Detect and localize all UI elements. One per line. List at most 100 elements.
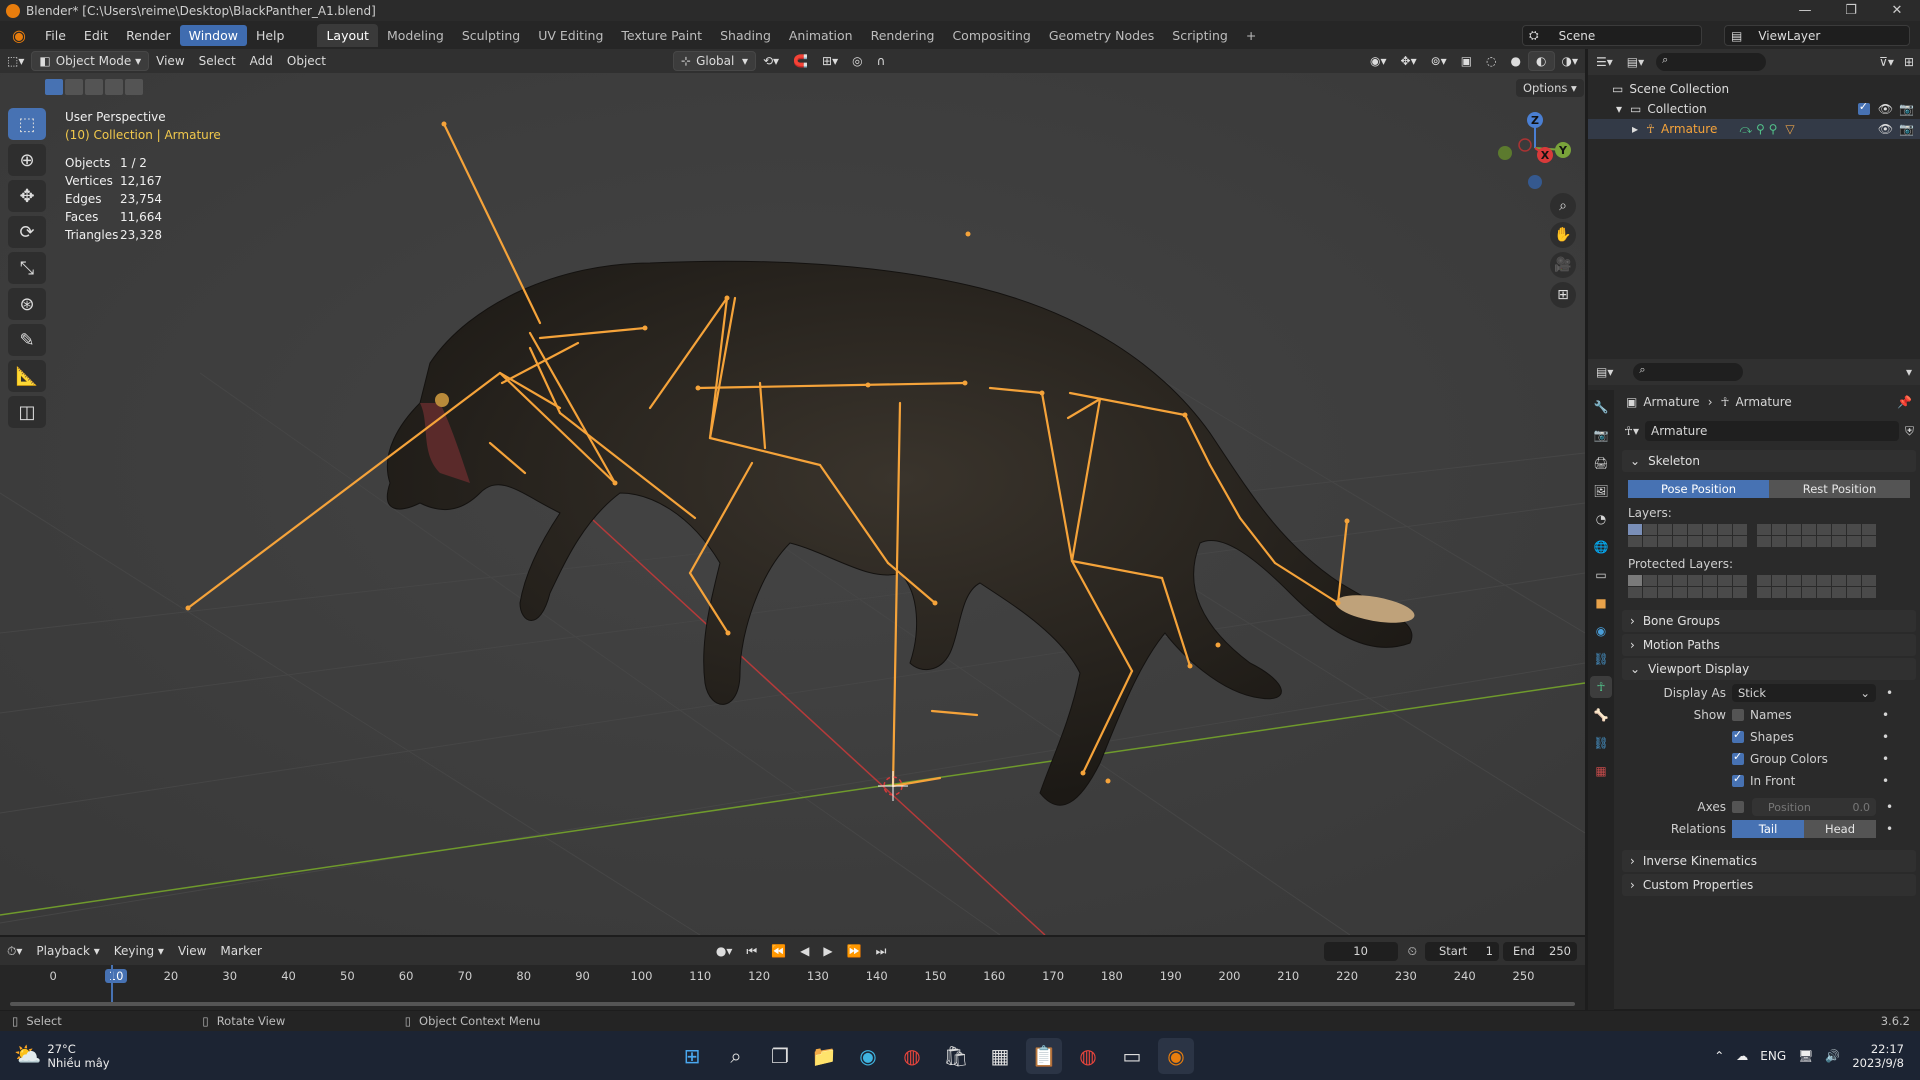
menu-object[interactable]: Object — [280, 51, 333, 71]
jump-keyframe-back-icon[interactable]: ⏪ — [764, 941, 793, 961]
menu-view[interactable]: View — [149, 51, 191, 71]
play-reverse-icon[interactable]: ◀ — [793, 941, 816, 961]
texture-tab-icon[interactable]: ▦ — [1590, 760, 1612, 782]
rest-position-button[interactable]: Rest Position — [1769, 480, 1910, 498]
protected-grid-left[interactable] — [1628, 575, 1747, 598]
axes-checkbox[interactable] — [1732, 801, 1744, 813]
camera-view-icon[interactable]: 🎥 — [1550, 252, 1576, 278]
shading-material-icon[interactable]: ◐ — [1528, 51, 1555, 71]
collection-row[interactable]: ▾ ▭ Collection 👁 📷 — [1588, 99, 1920, 119]
constraints-tab-icon[interactable]: ⛓ — [1590, 648, 1612, 670]
snap-target-icon[interactable]: ⊞▾ — [815, 51, 845, 71]
display-mode-icon[interactable]: ▤▾ — [1627, 55, 1644, 69]
outliner-editor-icon[interactable]: ☰▾ — [1596, 55, 1613, 69]
tab-uv-editing[interactable]: UV Editing — [529, 24, 612, 47]
overlay-icon[interactable]: ⊚▾ — [1424, 51, 1454, 71]
search-icon[interactable]: ⌕ — [718, 1038, 754, 1074]
timeline-scrollbar[interactable] — [10, 1002, 1575, 1006]
filter-icon[interactable]: ⊽▾ — [1879, 55, 1894, 69]
current-frame-field[interactable]: 10 — [1323, 941, 1398, 961]
add-cube-tool-icon[interactable]: ◫ — [8, 396, 46, 428]
names-checkbox[interactable] — [1732, 709, 1744, 721]
play-icon[interactable]: ▶ — [816, 941, 839, 961]
jump-end-icon[interactable]: ⏭ — [869, 941, 894, 961]
tab-modeling[interactable]: Modeling — [378, 24, 453, 47]
eye-icon[interactable]: 👁 — [1878, 122, 1893, 136]
select-mode-subtract-icon[interactable] — [85, 79, 103, 95]
outliner-search-input[interactable]: ⌕ — [1656, 53, 1767, 71]
keyframe-dot-icon[interactable]: • — [1886, 800, 1893, 814]
annotate-tool-icon[interactable]: ✎ — [8, 324, 46, 356]
data-name-field[interactable]: Armature — [1644, 421, 1899, 441]
motion-paths-panel-header[interactable]: › Motion Paths — [1622, 634, 1916, 656]
world-tab-icon[interactable]: 🌐 — [1590, 536, 1612, 558]
chrome-profile-icon[interactable]: ◍ — [1070, 1038, 1106, 1074]
tab-compositing[interactable]: Compositing — [943, 24, 1039, 47]
keyframe-dot-icon[interactable]: • — [1886, 686, 1893, 700]
bone-constraint-tab-icon[interactable]: ⛓ — [1590, 732, 1612, 754]
scene-tab-icon[interactable]: ◔ — [1590, 508, 1612, 530]
shading-rendered-icon[interactable]: ◑▾ — [1555, 51, 1586, 71]
fake-user-shield-icon[interactable]: ⛨ — [1905, 424, 1914, 439]
tool-tab-icon[interactable]: 🔧 — [1590, 396, 1612, 418]
timeline-editor-icon[interactable]: ⏱▾ — [0, 941, 29, 961]
language-label[interactable]: ENG — [1760, 1049, 1786, 1063]
camera-icon[interactable]: 📷 — [1899, 102, 1914, 116]
viewport-3d[interactable]: Z Y X — [0, 73, 1585, 935]
group-colors-checkbox[interactable] — [1732, 750, 1744, 765]
rotate-tool-icon[interactable]: ⟳ — [8, 216, 46, 248]
exclude-checkbox[interactable] — [1857, 100, 1870, 115]
keyframe-dot-icon[interactable]: • — [1886, 822, 1893, 836]
visibility-icon[interactable]: ◉▾ — [1363, 51, 1394, 71]
relations-tail-button[interactable]: Tail — [1732, 820, 1804, 838]
keyframe-dot-icon[interactable]: • — [1882, 708, 1889, 722]
relations-head-button[interactable]: Head — [1804, 820, 1876, 838]
menu-render[interactable]: Render — [117, 25, 180, 46]
menu-file[interactable]: File — [36, 25, 75, 46]
edge-icon[interactable]: ◉ — [850, 1038, 886, 1074]
xray-icon[interactable]: ▣ — [1454, 51, 1479, 71]
network-icon[interactable]: ☁ — [1736, 1049, 1748, 1063]
protected-grid-right[interactable] — [1757, 575, 1876, 598]
weather-widget[interactable]: ⛅ 27°C Nhiều mây — [14, 1042, 674, 1070]
jump-start-icon[interactable]: ⏮ — [739, 941, 764, 961]
select-mode-extend-icon[interactable] — [65, 79, 83, 95]
tab-rendering[interactable]: Rendering — [862, 24, 944, 47]
output-tab-icon[interactable]: 🖨 — [1590, 452, 1612, 474]
scene-selector[interactable]: ⛭ Scene — [1522, 25, 1702, 46]
auto-keying-icon[interactable]: ●▾ — [709, 941, 740, 961]
blender-menu-icon[interactable]: ◉ — [10, 26, 28, 45]
physics-tab-icon[interactable]: ◉ — [1590, 620, 1612, 642]
object-tab-icon[interactable]: ■ — [1590, 592, 1612, 614]
properties-options-icon[interactable]: ▾ — [1906, 365, 1912, 379]
snap-icon[interactable]: 🧲 — [786, 51, 815, 71]
start-frame-field[interactable]: Start 1 — [1425, 941, 1499, 961]
axes-position-field[interactable]: Position 0.0 — [1752, 798, 1876, 816]
keyframe-dot-icon[interactable]: • — [1882, 730, 1889, 744]
expand-icon[interactable]: ▸ — [1632, 122, 1638, 136]
jump-keyframe-forward-icon[interactable]: ⏩ — [840, 941, 869, 961]
new-collection-icon[interactable]: ⊞ — [1904, 55, 1914, 69]
store-icon[interactable]: 🛍 — [938, 1038, 974, 1074]
tab-sculpting[interactable]: Sculpting — [453, 24, 529, 47]
menu-help[interactable]: Help — [247, 25, 294, 46]
gizmo-icon[interactable]: ✥▾ — [1394, 51, 1424, 71]
select-box-tool-icon[interactable]: ⬚ — [8, 108, 46, 140]
minimize-icon[interactable]: — — [1782, 0, 1828, 21]
move-tool-icon[interactable]: ✥ — [8, 180, 46, 212]
armature-data-tab-icon[interactable]: ☥ — [1590, 676, 1612, 698]
properties-editor-icon[interactable]: ▤▾ — [1596, 365, 1613, 379]
shading-wireframe-icon[interactable]: ◌ — [1479, 51, 1503, 71]
volume-icon[interactable]: 🔊 — [1825, 1049, 1840, 1063]
skeleton-panel-header[interactable]: ⌄ Skeleton — [1622, 450, 1916, 472]
scale-tool-icon[interactable]: ⤡ — [8, 252, 46, 284]
eye-icon[interactable]: 👁 — [1878, 102, 1893, 116]
pan-hand-icon[interactable]: ✋ — [1550, 222, 1576, 248]
mode-dropdown[interactable]: ◧ Object Mode ▾ — [31, 51, 150, 71]
menu-add[interactable]: Add — [243, 51, 280, 71]
view-layer-selector[interactable]: ▤ ViewLayer — [1724, 25, 1910, 46]
tab-shading[interactable]: Shading — [711, 24, 780, 47]
shapes-checkbox[interactable] — [1732, 728, 1744, 743]
close-icon[interactable]: ✕ — [1874, 0, 1920, 21]
orientation-dropdown[interactable]: ⊹ Global ▾ — [673, 51, 756, 71]
